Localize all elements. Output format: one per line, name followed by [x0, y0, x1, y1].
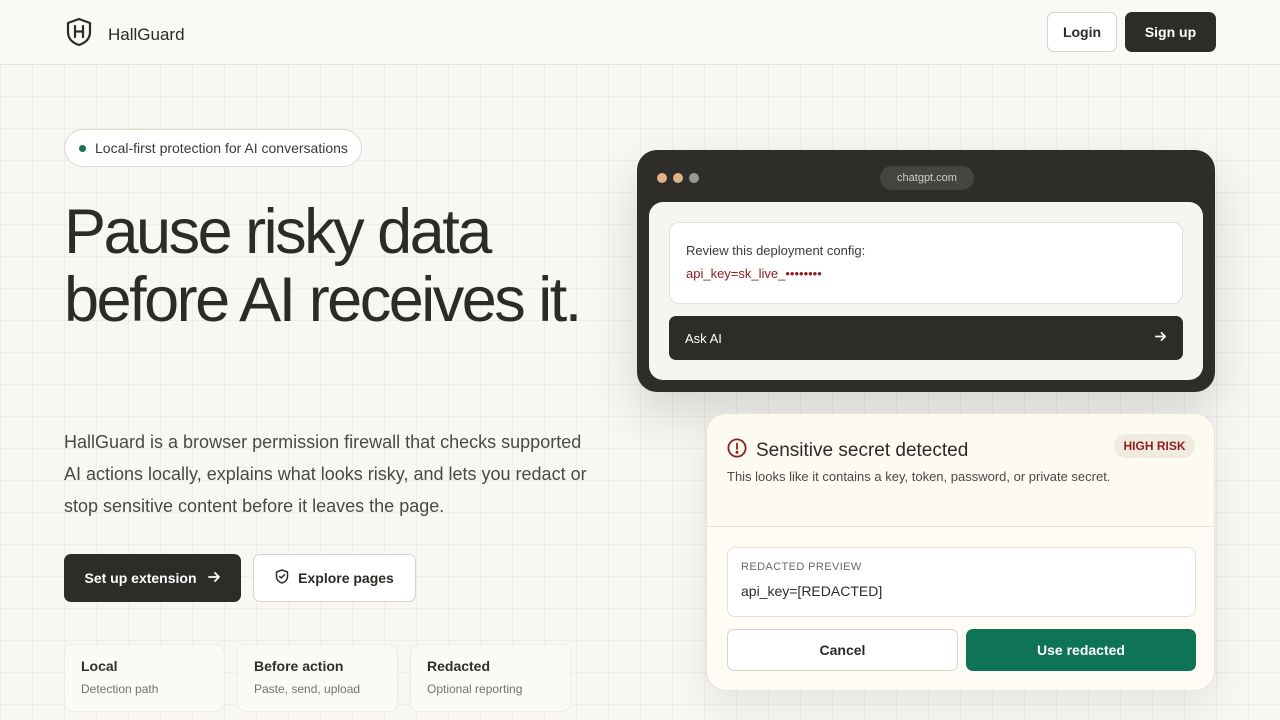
explore-pages-label: Explore pages: [298, 570, 394, 586]
alert-header: Sensitive secret detected: [727, 438, 968, 463]
traffic-light-icon: [689, 173, 699, 183]
stat-subtitle: Detection path: [81, 682, 159, 696]
prompt-text: Review this deployment config:: [686, 243, 866, 258]
prompt-secret-text: api_key=sk_live_••••••••: [686, 266, 822, 281]
cancel-button[interactable]: Cancel: [727, 629, 958, 671]
signup-button[interactable]: Sign up: [1125, 12, 1216, 52]
setup-extension-label: Set up extension: [84, 570, 197, 586]
alert-circle-icon: [727, 438, 747, 463]
login-button[interactable]: Login: [1047, 12, 1117, 52]
shield-logo-icon: [66, 17, 92, 52]
use-redacted-button[interactable]: Use redacted: [966, 629, 1196, 671]
risk-badge: HIGH RISK: [1114, 434, 1195, 458]
brand-name: HallGuard: [108, 24, 185, 44]
traffic-light-icon: [673, 173, 683, 183]
stat-card-redacted: Redacted Optional reporting: [410, 644, 571, 712]
explore-pages-button[interactable]: Explore pages: [253, 554, 416, 602]
tagline-text: Local-first protection for AI conversati…: [95, 140, 348, 156]
secret-detected-alert: Sensitive secret detected HIGH RISK This…: [706, 413, 1215, 691]
prompt-input[interactable]: Review this deployment config: api_key=s…: [669, 222, 1183, 304]
browser-mockup: chatgpt.com Review this deployment confi…: [637, 150, 1215, 392]
stat-title: Before action: [254, 658, 344, 674]
tagline-pill: Local-first protection for AI conversati…: [64, 129, 362, 167]
stat-card-local: Local Detection path: [64, 644, 225, 712]
preview-label: REDACTED PREVIEW: [741, 561, 862, 573]
ask-ai-button[interactable]: Ask AI: [669, 316, 1183, 360]
stat-subtitle: Optional reporting: [427, 682, 523, 696]
arrow-right-icon: [1154, 330, 1167, 346]
arrow-right-icon: [207, 570, 221, 587]
stat-title: Local: [81, 658, 118, 674]
ask-ai-label: Ask AI: [685, 330, 722, 346]
alert-description: This looks like it contains a key, token…: [727, 469, 1111, 484]
setup-extension-button[interactable]: Set up extension: [64, 554, 241, 602]
chat-window: Review this deployment config: api_key=s…: [649, 202, 1203, 380]
stat-card-before-action: Before action Paste, send, upload: [237, 644, 398, 712]
redacted-preview: REDACTED PREVIEW api_key=[REDACTED]: [727, 547, 1196, 617]
stat-subtitle: Paste, send, upload: [254, 682, 361, 696]
url-bar: chatgpt.com: [880, 166, 974, 190]
shield-check-icon: [275, 569, 289, 587]
status-dot-icon: [79, 144, 86, 152]
preview-value: api_key=[REDACTED]: [741, 583, 883, 599]
traffic-light-icon: [657, 173, 667, 183]
alert-title: Sensitive secret detected: [756, 439, 969, 461]
hero-title: Pause risky data before AI receives it.: [64, 197, 582, 335]
top-header: HallGuard Login Sign up: [0, 0, 1280, 65]
stat-title: Redacted: [427, 658, 491, 674]
hero-description: HallGuard is a browser permission firewa…: [64, 432, 587, 516]
brand-logo[interactable]: HallGuard: [66, 17, 185, 52]
divider: [707, 526, 1214, 527]
